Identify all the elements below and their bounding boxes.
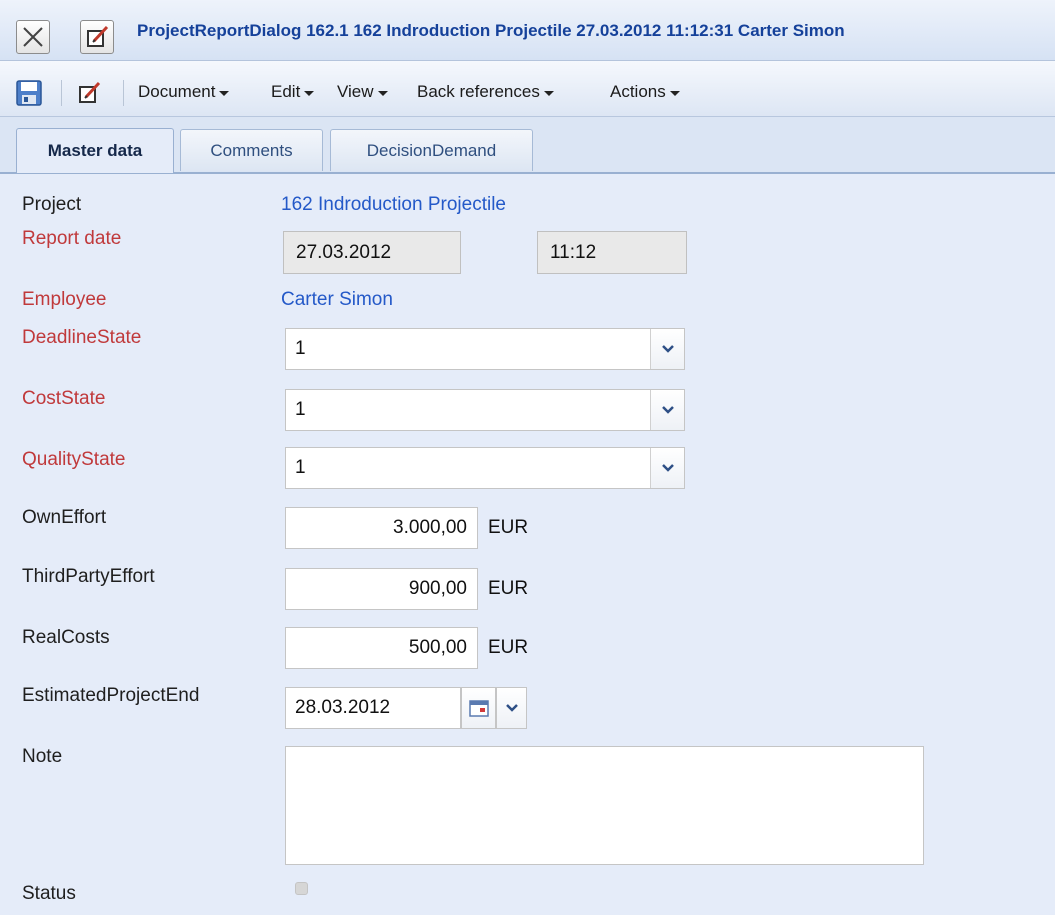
menu-label: Back references xyxy=(417,82,540,101)
dropdown-button[interactable] xyxy=(650,448,684,488)
caret-down-icon xyxy=(304,90,315,96)
edit-document-icon xyxy=(87,25,109,47)
toolbar-separator xyxy=(61,80,62,106)
real-costs-value: 500,00 xyxy=(408,637,467,658)
own-effort-input[interactable]: 3.000,00 xyxy=(285,507,478,549)
caret-down-icon xyxy=(219,90,230,96)
estimated-project-end-value: 28.03.2012 xyxy=(295,697,391,718)
select-value: 1 xyxy=(295,399,306,420)
menu-edit[interactable]: Edit xyxy=(271,80,315,104)
menu-back-references[interactable]: Back references xyxy=(417,80,554,104)
close-button[interactable] xyxy=(16,20,50,54)
report-time-value: 11:12 xyxy=(550,241,597,263)
deadline-state-label: DeadlineState xyxy=(22,327,142,348)
quality-state-select[interactable]: 1 xyxy=(285,447,685,489)
select-value: 1 xyxy=(295,338,306,359)
edit-button[interactable] xyxy=(76,79,104,107)
third-party-effort-value: 900,00 xyxy=(408,578,467,599)
edit-document-icon xyxy=(79,81,101,103)
chevron-down-icon xyxy=(505,704,518,712)
caret-down-icon xyxy=(669,90,680,96)
window-title: ProjectReportDialog 162.1 162 Indroducti… xyxy=(137,21,845,40)
close-x-icon xyxy=(23,27,43,47)
status-checkbox[interactable] xyxy=(295,882,308,895)
estimated-project-end-label: EstimatedProjectEnd xyxy=(22,685,200,706)
date-dropdown-button[interactable] xyxy=(496,687,527,729)
toolbar-separator xyxy=(123,80,124,106)
third-party-effort-label: ThirdPartyEffort xyxy=(22,566,155,587)
tab-master-data[interactable]: Master data xyxy=(16,128,174,173)
third-party-effort-input[interactable]: 900,00 xyxy=(285,568,478,610)
cost-state-select[interactable]: 1 xyxy=(285,389,685,431)
calendar-button[interactable] xyxy=(461,687,496,729)
quality-state-label: QualityState xyxy=(22,449,126,470)
own-effort-label: OwnEffort xyxy=(22,507,107,528)
own-effort-unit: EUR xyxy=(488,517,529,538)
menu-actions[interactable]: Actions xyxy=(610,80,680,104)
own-effort-value: 3.000,00 xyxy=(393,517,467,538)
project-link[interactable]: 162 Indroduction Projectile xyxy=(281,194,506,216)
save-button[interactable] xyxy=(15,79,43,107)
status-label: Status xyxy=(22,883,76,904)
menu-label: Edit xyxy=(271,82,301,101)
deadline-state-select[interactable]: 1 xyxy=(285,328,685,370)
caret-down-icon xyxy=(377,90,388,96)
title-edit-button[interactable] xyxy=(80,20,114,54)
employee-link[interactable]: Carter Simon xyxy=(281,289,393,311)
dropdown-button[interactable] xyxy=(650,390,684,430)
report-date-label: Report date xyxy=(22,228,122,249)
third-party-effort-unit: EUR xyxy=(488,578,529,599)
report-date-value: 27.03.2012 xyxy=(296,241,392,263)
estimated-project-end-input[interactable]: 28.03.2012 xyxy=(285,687,461,729)
chevron-down-icon xyxy=(661,406,674,414)
employee-label: Employee xyxy=(22,289,107,310)
real-costs-label: RealCosts xyxy=(22,627,110,648)
select-value: 1 xyxy=(295,457,306,478)
note-label: Note xyxy=(22,746,63,767)
menu-label: Actions xyxy=(610,82,666,101)
menu-document[interactable]: Document xyxy=(138,80,230,104)
caret-down-icon xyxy=(543,90,554,96)
menu-label: View xyxy=(337,82,374,101)
menu-label: Document xyxy=(138,82,216,101)
tab-decision-demand[interactable]: DecisionDemand xyxy=(330,129,533,171)
report-time-field[interactable]: 11:12 xyxy=(537,231,687,274)
chevron-down-icon xyxy=(661,345,674,353)
tab-comments[interactable]: Comments xyxy=(180,129,323,171)
note-textarea[interactable] xyxy=(285,746,924,865)
real-costs-input[interactable]: 500,00 xyxy=(285,627,478,669)
menu-view[interactable]: View xyxy=(337,80,388,104)
calendar-icon xyxy=(468,700,489,717)
floppy-disk-icon xyxy=(16,80,42,106)
dropdown-button[interactable] xyxy=(650,329,684,369)
real-costs-unit: EUR xyxy=(488,637,529,658)
report-date-field[interactable]: 27.03.2012 xyxy=(283,231,461,274)
cost-state-label: CostState xyxy=(22,388,106,409)
chevron-down-icon xyxy=(661,464,674,472)
project-label: Project xyxy=(22,194,82,215)
